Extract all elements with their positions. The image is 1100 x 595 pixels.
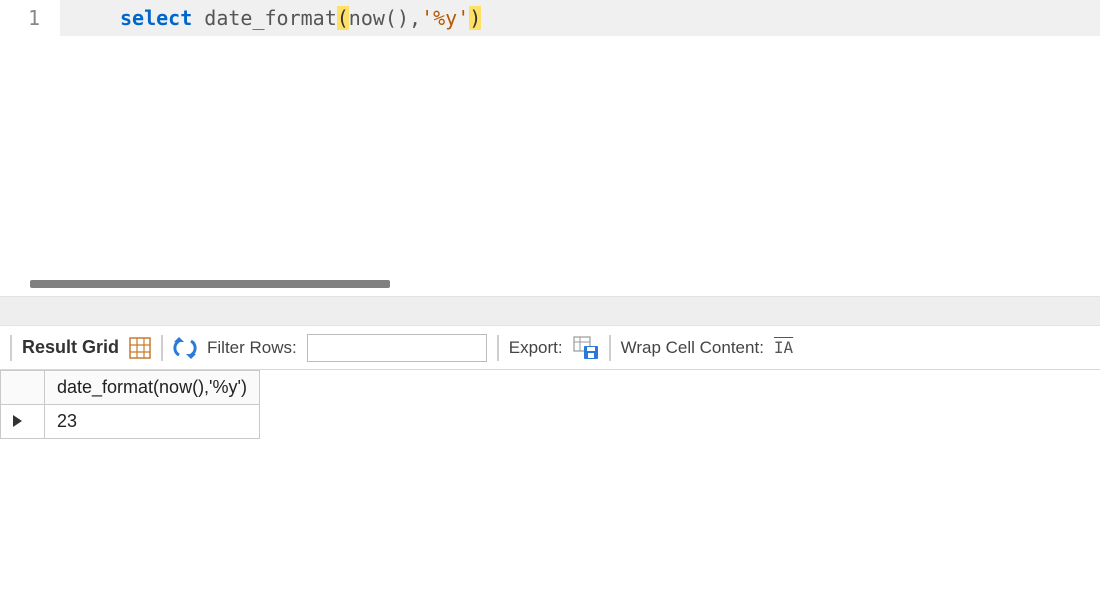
filter-rows-label: Filter Rows: [207,338,297,358]
grid-view-icon[interactable] [129,337,151,359]
sql-editor[interactable]: 1 select date_format ( now ( ) , ' %y ' … [0,0,1100,36]
toolbar-separator [609,335,611,361]
result-header-row: date_format(now(),'%y') [1,371,260,405]
wrap-cell-label: Wrap Cell Content: [621,338,764,358]
space [192,6,204,30]
table-row[interactable]: 23 [1,405,260,439]
toolbar-separator [161,335,163,361]
column-header[interactable]: date_format(now(),'%y') [45,371,260,405]
string-quote-open: ' [421,6,433,30]
comma: , [409,6,421,30]
row-selector-header [1,371,45,405]
cell-value[interactable]: 23 [45,405,260,439]
result-table: date_format(now(),'%y') 23 [0,370,260,439]
panel-divider[interactable] [0,296,1100,326]
row-pointer-cell[interactable] [1,405,45,439]
export-save-icon[interactable] [573,336,599,360]
horizontal-scrollbar[interactable] [30,280,390,288]
toolbar-separator [10,335,12,361]
refresh-icon[interactable] [173,337,197,359]
result-grid-label: Result Grid [22,337,119,358]
line-number: 1 [0,0,60,36]
string-literal: %y [433,6,457,30]
wrap-cell-icon[interactable]: IA [774,338,793,357]
result-toolbar: Result Grid Filter Rows: Export: [0,326,1100,370]
toolbar-separator [497,335,499,361]
function-date_format: date_format [204,6,336,30]
export-label: Export: [509,338,563,358]
paren-open-highlight: ( [337,6,349,30]
sql-code-line[interactable]: select date_format ( now ( ) , ' %y ' ) [60,0,1100,36]
paren-close: ) [397,6,409,30]
keyword-select: select [120,6,192,30]
filter-rows-input[interactable] [307,334,487,362]
editor-whitespace[interactable] [0,36,1100,296]
string-quote-close: ' [457,6,469,30]
paren-close-highlight: ) [469,6,481,30]
function-now: now [349,6,385,30]
current-row-pointer-icon [13,415,22,427]
paren-open: ( [385,6,397,30]
